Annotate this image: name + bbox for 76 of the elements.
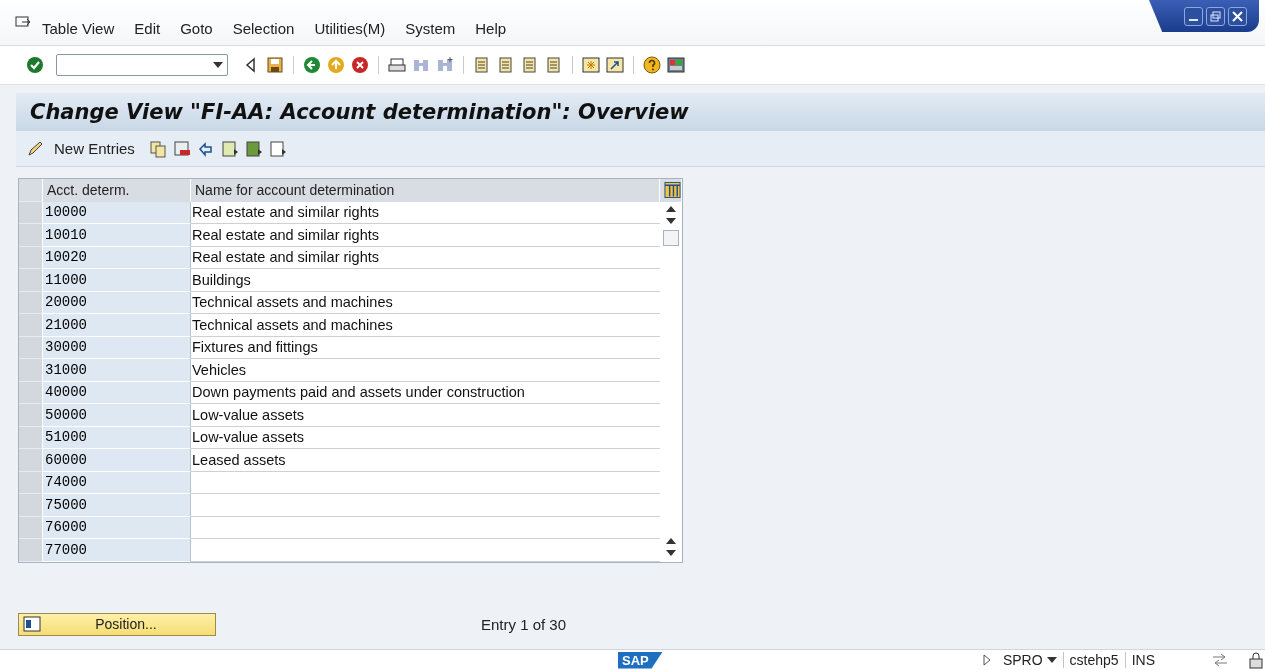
menu-item[interactable]: Table View <box>32 20 125 37</box>
table-cell: 10020 <box>43 246 191 269</box>
table-cell: Real estate and similar rights <box>191 246 660 269</box>
expand-icon[interactable] <box>982 654 991 666</box>
menu-item[interactable]: Goto <box>170 20 223 37</box>
table-cell: Fixtures and fittings <box>191 336 660 359</box>
table-cell: 76000 <box>43 516 191 539</box>
scroll-thumb[interactable] <box>663 229 679 246</box>
server-name: cstehp5 <box>1062 652 1125 668</box>
table-cell: 10010 <box>43 224 191 247</box>
table-cell: 40000 <box>43 381 191 404</box>
layout-icon[interactable] <box>667 56 685 74</box>
table-cell: 21000 <box>43 314 191 337</box>
menu-item[interactable]: Utilities(M) <box>304 20 396 37</box>
cancel-icon[interactable] <box>351 56 369 74</box>
print-icon[interactable] <box>388 56 406 74</box>
table-cell: 50000 <box>43 404 191 427</box>
position-button[interactable]: Position... <box>18 612 216 636</box>
menu-item[interactable]: System <box>395 20 466 37</box>
logo: SAP <box>618 651 663 669</box>
restore-icon <box>1210 10 1221 22</box>
minimize-icon <box>1189 18 1198 21</box>
table-cell: Technical assets and machines <box>191 314 660 337</box>
menu-item[interactable]: Help <box>465 20 517 37</box>
menu-item[interactable]: Edit <box>124 20 171 37</box>
position-icon <box>23 615 41 633</box>
caret-icon <box>1046 657 1057 663</box>
up-icon[interactable] <box>327 56 345 74</box>
close-icon <box>1232 10 1243 22</box>
input-mode: INS <box>1124 652 1161 668</box>
new-entries-button[interactable]: New Entries <box>26 139 143 158</box>
connection-icon[interactable] <box>1211 651 1229 669</box>
transaction-code[interactable]: SPRO <box>996 652 1063 668</box>
shortcut-icon[interactable] <box>606 56 624 74</box>
scroll-down-icon[interactable] <box>666 549 676 556</box>
scroll-up-icon[interactable] <box>666 537 676 544</box>
screen-title: Change View "FI-AA: Account determination": Overview <box>30 100 689 124</box>
table-cell: 74000 <box>43 471 191 494</box>
table-cell: Low-value assets <box>191 404 660 427</box>
table-cell: Low-value assets <box>191 426 660 449</box>
table-cell: Real estate and similar rights <box>191 201 660 224</box>
menu-item[interactable]: Selection <box>222 20 305 37</box>
table-settings-icon[interactable] <box>664 181 681 200</box>
command-field[interactable] <box>56 54 228 76</box>
table-cell: 77000 <box>43 539 191 562</box>
undo-icon[interactable] <box>196 139 215 158</box>
caret-icon <box>213 62 223 68</box>
back-icon[interactable] <box>303 56 321 74</box>
table-cell: 60000 <box>43 449 191 472</box>
help-icon[interactable] <box>643 56 661 74</box>
table-cell: 31000 <box>43 359 191 382</box>
restore-button[interactable] <box>1206 6 1225 26</box>
table-cell: Buildings <box>191 269 660 292</box>
table-cell: 75000 <box>43 494 191 517</box>
table-cell: 30000 <box>43 336 191 359</box>
table-cell: Technical assets and machines <box>191 291 660 314</box>
pencil-icon <box>26 139 44 158</box>
entry-count: Entry 1 of 30 <box>481 615 567 633</box>
scroll-down-icon[interactable] <box>666 217 676 224</box>
table-cell: Vehicles <box>191 359 660 382</box>
close-button[interactable] <box>1228 6 1247 26</box>
column-header[interactable]: Name for account determination <box>191 179 660 202</box>
scroll-up-icon[interactable] <box>666 205 676 212</box>
lock-icon[interactable] <box>1247 651 1265 669</box>
save-icon[interactable] <box>266 56 284 74</box>
table-cell: 10000 <box>43 201 191 224</box>
table-cell: 51000 <box>43 426 191 449</box>
table-cell: 11000 <box>43 269 191 292</box>
check-icon[interactable] <box>26 56 44 74</box>
table-cell: 20000 <box>43 291 191 314</box>
table-cell: Down payments paid and assets under construction <box>191 381 660 404</box>
copy-icon[interactable] <box>148 139 167 158</box>
column-header[interactable]: Acct. determ. <box>43 179 191 202</box>
minimize-button[interactable] <box>1184 6 1203 26</box>
table-cell: Real estate and similar rights <box>191 224 660 247</box>
table-cell: Leased assets <box>191 449 660 472</box>
